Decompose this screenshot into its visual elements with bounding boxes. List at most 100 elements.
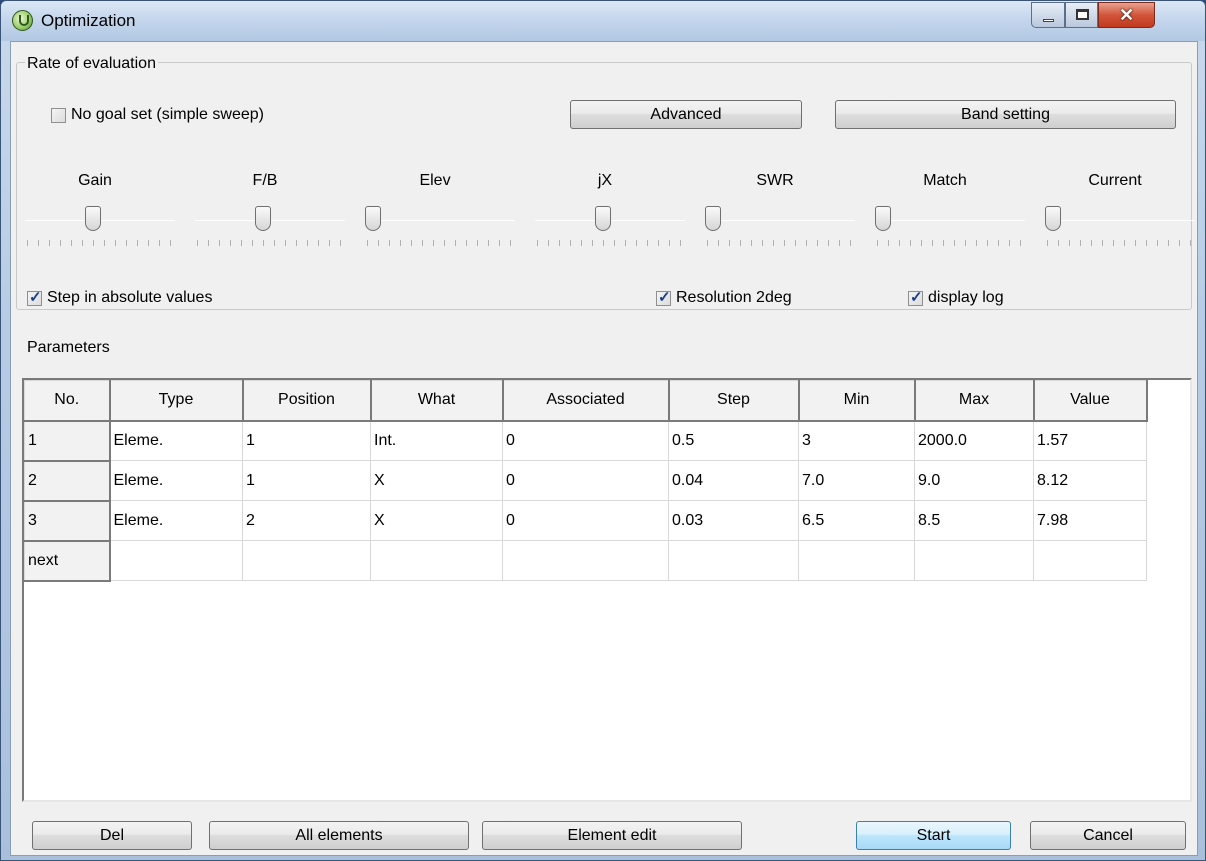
- slider-thumb[interactable]: [875, 206, 891, 231]
- weight-slider-5[interactable]: [875, 202, 1025, 252]
- minimize-button[interactable]: [1031, 2, 1065, 28]
- table-cell[interactable]: 2000.0: [914, 420, 1034, 461]
- client-area: Rate of evaluation No goal set (simple s…: [10, 41, 1198, 856]
- table-header-row: No. Type Position What Associated Step Min Max V…: [24, 380, 1148, 422]
- slider-thumb[interactable]: [365, 206, 381, 231]
- table-cell[interactable]: Eleme.: [109, 420, 243, 461]
- weight-slider-3[interactable]: [535, 202, 685, 252]
- slider-thumb[interactable]: [85, 206, 101, 231]
- del-button[interactable]: Del: [32, 821, 192, 850]
- column-header[interactable]: No.: [24, 380, 111, 422]
- step-absolute-checkbox-box[interactable]: [27, 288, 42, 306]
- table-cell[interactable]: 1: [242, 420, 371, 461]
- table-cell[interactable]: 0.03: [668, 500, 799, 541]
- display-log-checkbox[interactable]: display log: [908, 288, 1004, 307]
- table-cell[interactable]: 7.98: [1033, 500, 1147, 541]
- weight-slider-1[interactable]: [195, 202, 345, 252]
- slider-ticks: [707, 240, 853, 246]
- slider-label-5: Match: [923, 172, 967, 189]
- resolution-checkbox-box[interactable]: [656, 288, 671, 306]
- table-cell[interactable]: 0: [502, 500, 669, 541]
- no-goal-checkbox-box[interactable]: [51, 107, 66, 123]
- slider-thumb[interactable]: [255, 206, 271, 231]
- table-cell[interactable]: [798, 540, 915, 581]
- slider-track[interactable]: [705, 220, 855, 221]
- all-elements-button[interactable]: All elements: [209, 821, 469, 850]
- slider-thumb[interactable]: [1045, 206, 1061, 231]
- display-log-checkbox-box[interactable]: [908, 288, 923, 306]
- table-cell[interactable]: 0.04: [668, 460, 799, 501]
- slider-track[interactable]: [875, 220, 1025, 221]
- table-cell[interactable]: 8.12: [1033, 460, 1147, 501]
- table-cell[interactable]: [1033, 540, 1147, 581]
- column-header[interactable]: Value: [1033, 380, 1148, 422]
- table-cell[interactable]: 0: [502, 460, 669, 501]
- slider-track[interactable]: [1045, 220, 1195, 221]
- column-header[interactable]: Position: [242, 380, 372, 422]
- table-cell[interactable]: 0: [502, 420, 669, 461]
- table-row[interactable]: 1 Eleme. 1 Int. 0 0.5 3 2000.0 1.57: [24, 420, 1147, 462]
- slider-label-3: jX: [597, 172, 613, 189]
- table-cell[interactable]: X: [370, 500, 503, 541]
- close-icon: ✕: [1118, 5, 1135, 25]
- table-cell[interactable]: 1: [242, 460, 371, 501]
- advanced-button[interactable]: Advanced: [570, 100, 802, 129]
- element-edit-button[interactable]: Element edit: [482, 821, 742, 850]
- column-header[interactable]: Step: [668, 380, 800, 422]
- step-absolute-checkbox[interactable]: Step in absolute values: [27, 288, 212, 307]
- table-row[interactable]: 3 Eleme. 2 X 0 0.03 6.5 8.5 7.98: [24, 500, 1147, 542]
- close-button[interactable]: ✕: [1098, 2, 1155, 28]
- table-cell[interactable]: Eleme.: [109, 460, 243, 501]
- table-row[interactable]: 2 Eleme. 1 X 0 0.04 7.0 9.0 8.12: [24, 460, 1147, 502]
- row-header[interactable]: 3: [24, 500, 111, 542]
- slider-label-0: Gain: [78, 172, 112, 189]
- column-header[interactable]: Min: [798, 380, 916, 422]
- table-cell[interactable]: 0.5: [668, 420, 799, 461]
- start-button[interactable]: Start: [856, 821, 1011, 850]
- parameters-table: No. Type Position What Associated Step Min Max V…: [24, 380, 1148, 582]
- table-cell[interactable]: [242, 540, 371, 581]
- slider-label-6: Current: [1088, 172, 1142, 189]
- row-header[interactable]: 1: [24, 420, 111, 462]
- table-cell[interactable]: 7.0: [798, 460, 915, 501]
- column-header[interactable]: Type: [109, 380, 244, 422]
- table-cell[interactable]: [668, 540, 799, 581]
- table-cell[interactable]: 8.5: [914, 500, 1034, 541]
- column-header[interactable]: Associated: [502, 380, 670, 422]
- table-cell[interactable]: [914, 540, 1034, 581]
- parameters-table-container[interactable]: No. Type Position What Associated Step Min Max V…: [22, 378, 1192, 802]
- slider-track[interactable]: [365, 220, 515, 221]
- row-header[interactable]: 2: [24, 460, 111, 502]
- table-cell[interactable]: 3: [798, 420, 915, 461]
- slider-ticks: [877, 240, 1023, 246]
- table-cell[interactable]: [370, 540, 503, 581]
- parameters-label: Parameters: [27, 339, 110, 356]
- column-header[interactable]: What: [370, 380, 504, 422]
- weight-slider-2[interactable]: [365, 202, 515, 252]
- column-header[interactable]: Max: [914, 380, 1035, 422]
- row-header[interactable]: next: [24, 540, 111, 582]
- title-bar[interactable]: Optimization ✕: [1, 1, 1205, 41]
- weight-slider-6[interactable]: [1045, 202, 1195, 252]
- table-cell[interactable]: [502, 540, 669, 581]
- weight-slider-0[interactable]: [25, 202, 175, 252]
- table-cell[interactable]: Int.: [370, 420, 503, 461]
- slider-thumb[interactable]: [705, 206, 721, 231]
- cancel-button[interactable]: Cancel: [1030, 821, 1186, 850]
- table-cell[interactable]: X: [370, 460, 503, 501]
- band-setting-button[interactable]: Band setting: [835, 100, 1176, 129]
- resolution-checkbox[interactable]: Resolution 2deg: [656, 288, 792, 307]
- maximize-button[interactable]: [1065, 2, 1098, 28]
- table-row[interactable]: next: [24, 540, 1147, 582]
- table-cell[interactable]: 2: [242, 500, 371, 541]
- no-goal-checkbox[interactable]: No goal set (simple sweep): [51, 106, 264, 124]
- slider-thumb[interactable]: [595, 206, 611, 231]
- table-cell[interactable]: 1.57: [1033, 420, 1147, 461]
- table-cell[interactable]: 6.5: [798, 500, 915, 541]
- table-cell[interactable]: 9.0: [914, 460, 1034, 501]
- table-cell[interactable]: [109, 540, 243, 581]
- slider-ticks: [197, 240, 343, 246]
- resolution-checkbox-label: Resolution 2deg: [676, 289, 792, 306]
- table-cell[interactable]: Eleme.: [109, 500, 243, 541]
- weight-slider-4[interactable]: [705, 202, 855, 252]
